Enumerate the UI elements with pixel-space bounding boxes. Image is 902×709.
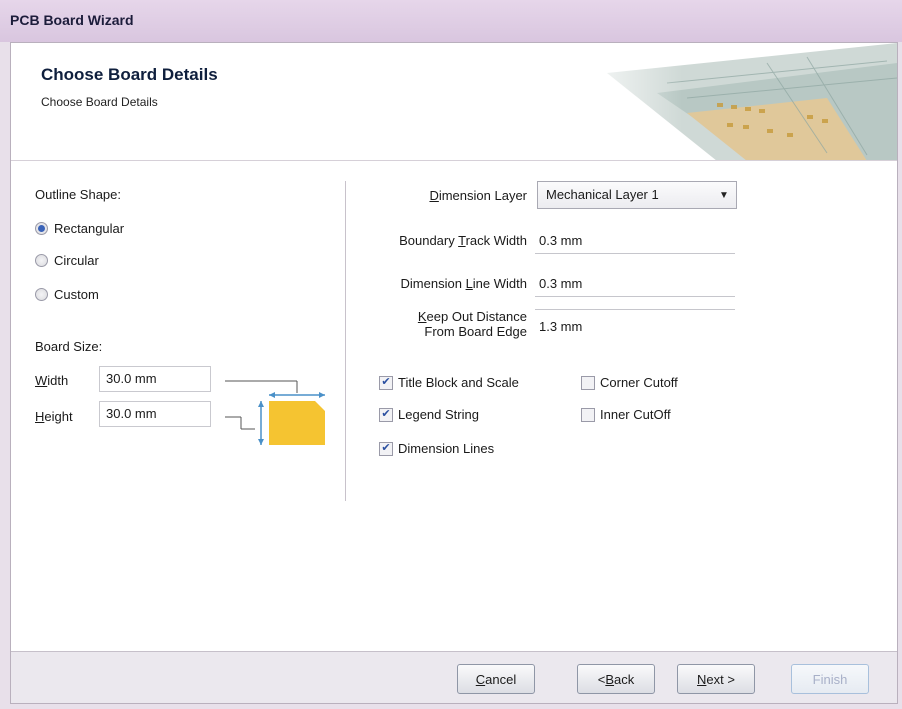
radio-selected-icon — [35, 222, 48, 235]
input-underline — [535, 309, 735, 310]
width-input[interactable]: 30.0 mm — [99, 366, 211, 392]
finish-button[interactable]: Finish — [791, 664, 869, 694]
width-label: Width — [35, 373, 69, 388]
pcb-banner-image — [567, 43, 897, 161]
window-title: PCB Board Wizard — [10, 12, 134, 28]
boundary-track-label: Boundary Track Width — [399, 233, 527, 248]
height-input[interactable]: 30.0 mm — [99, 401, 211, 427]
checkmark-icon: ✔ — [379, 375, 393, 390]
checkbox-empty-icon — [581, 375, 595, 390]
page-subtitle: Choose Board Details — [41, 95, 158, 109]
radio-circular[interactable]: Circular — [35, 253, 99, 268]
checkmark-icon: ✔ — [379, 407, 393, 422]
dimension-line-label: Dimension Line Width — [400, 276, 527, 291]
back-button[interactable]: < Back — [577, 664, 655, 694]
radio-circular-label: Circular — [54, 253, 99, 268]
radio-custom-label: Custom — [54, 287, 99, 302]
keep-out-label: Keep Out Distance From Board Edge — [361, 309, 527, 339]
check-legend-string-label: Legend String — [398, 407, 479, 422]
input-underline — [535, 296, 735, 297]
input-underline — [535, 253, 735, 254]
check-corner-cutoff[interactable]: Corner Cutoff — [581, 375, 678, 390]
next-button[interactable]: Next > — [677, 664, 755, 694]
wizard-footer: Cancel < Back Next > Finish — [11, 651, 897, 703]
chevron-down-icon[interactable]: ▼ — [716, 187, 732, 203]
page-title: Choose Board Details — [41, 65, 218, 84]
checkbox-empty-icon — [581, 407, 595, 422]
dimension-layer-label: Dimension Layer — [429, 188, 527, 203]
keep-out-input[interactable]: 1.3 mm — [539, 319, 582, 334]
wizard-header: Choose Board Details Choose Board Detail… — [11, 43, 897, 161]
title-bar: PCB Board Wizard — [0, 0, 902, 42]
board-size-label: Board Size: — [35, 339, 103, 354]
check-dimension-lines-label: Dimension Lines — [398, 441, 495, 456]
dimension-line-input[interactable]: 0.3 mm — [539, 276, 582, 291]
outline-shape-label: Outline Shape: — [35, 187, 122, 202]
check-inner-cutoff[interactable]: Inner CutOff — [581, 407, 671, 422]
wizard-dialog: Choose Board Details Choose Board Detail… — [10, 42, 898, 704]
dimension-layer-select[interactable]: Mechanical Layer 1 ▼ — [537, 181, 737, 209]
column-divider — [345, 181, 346, 501]
check-corner-cutoff-label: Corner Cutoff — [600, 375, 678, 390]
radio-rectangular[interactable]: Rectangular — [35, 221, 124, 236]
height-label: Height — [35, 409, 73, 424]
check-legend-string[interactable]: ✔ Legend String — [379, 407, 479, 422]
cancel-button[interactable]: Cancel — [457, 664, 535, 694]
check-dimension-lines[interactable]: ✔ Dimension Lines — [379, 441, 494, 456]
board-size-diagram — [225, 380, 325, 445]
dimension-layer-value: Mechanical Layer 1 — [546, 187, 659, 202]
check-inner-cutoff-label: Inner CutOff — [600, 407, 671, 422]
radio-unselected-icon — [35, 288, 48, 301]
checkmark-icon: ✔ — [379, 441, 393, 456]
radio-rectangular-label: Rectangular — [54, 221, 125, 236]
keep-out-label-line2: From Board Edge — [424, 324, 527, 339]
header-divider — [11, 160, 897, 161]
radio-unselected-icon — [35, 254, 48, 267]
boundary-track-input[interactable]: 0.3 mm — [539, 233, 582, 248]
check-title-block[interactable]: ✔ Title Block and Scale — [379, 375, 519, 390]
check-title-block-label: Title Block and Scale — [398, 375, 519, 390]
radio-custom[interactable]: Custom — [35, 287, 99, 302]
